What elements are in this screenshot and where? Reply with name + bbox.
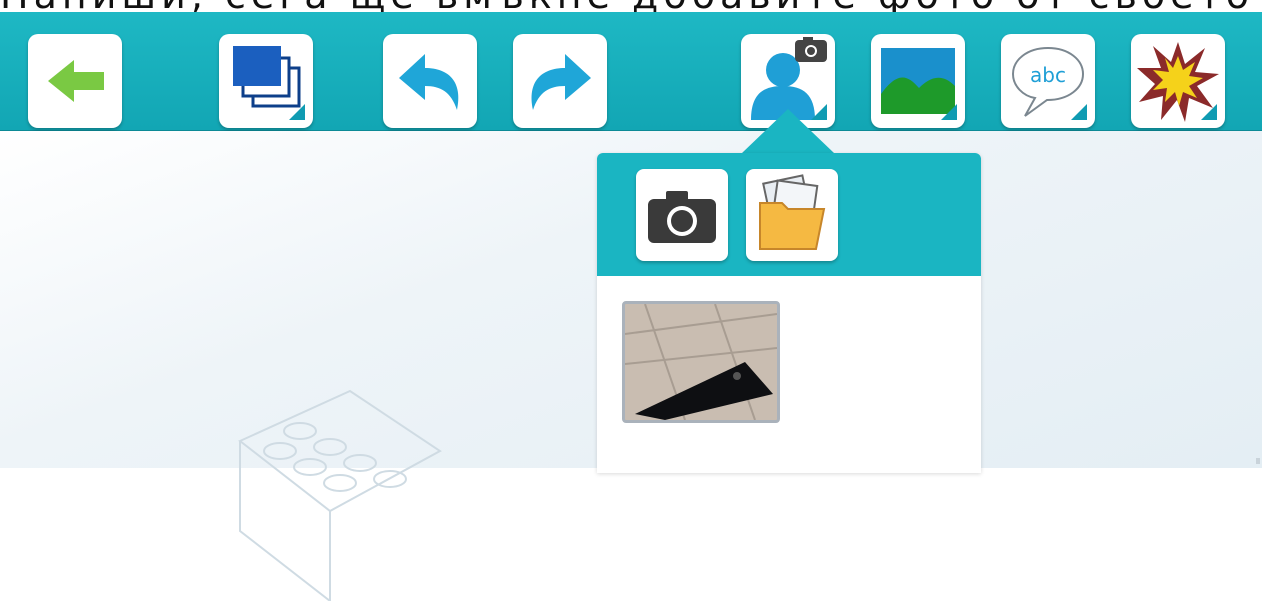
lego-brick-watermark: [238, 389, 442, 601]
background-button[interactable]: [871, 34, 965, 128]
redo-button[interactable]: [513, 34, 607, 128]
popup-pointer: [742, 109, 834, 153]
undo-icon: [399, 54, 459, 110]
redo-icon: [531, 54, 591, 110]
caption-strip: Напиши, сега ще вмъкне добавите фото от …: [0, 0, 1262, 12]
resize-handle[interactable]: [1256, 458, 1260, 464]
submenu-indicator: [1071, 104, 1087, 120]
photo-popup: [597, 153, 981, 473]
submenu-indicator: [289, 104, 305, 120]
gallery-button[interactable]: [746, 169, 838, 261]
phone-photo-thumbnail: [625, 304, 777, 420]
back-button[interactable]: [28, 34, 122, 128]
folder-photos-icon: [759, 174, 826, 250]
text-button[interactable]: abc: [1001, 34, 1095, 128]
camera-button[interactable]: [636, 169, 728, 261]
popup-header: [597, 153, 981, 276]
caption-text: Напиши, сега ще вмъкне добавите фото от …: [0, 0, 1262, 12]
submenu-indicator: [1201, 104, 1217, 120]
camera-icon: [648, 191, 716, 243]
effects-button[interactable]: [1131, 34, 1225, 128]
submenu-indicator: [941, 104, 957, 120]
layers-button[interactable]: [219, 34, 313, 128]
toolbar: abc: [0, 12, 1262, 132]
arrow-left-icon: [48, 60, 104, 102]
photo-thumbnail[interactable]: [622, 301, 780, 423]
text-button-label: abc: [1030, 63, 1066, 87]
undo-button[interactable]: [383, 34, 477, 128]
